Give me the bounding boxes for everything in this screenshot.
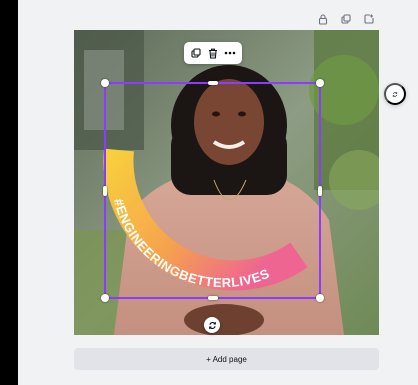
resize-handle-top-left[interactable] [101,79,109,87]
delete-button[interactable] [205,45,221,61]
resize-handle-bottom-left[interactable] [101,294,109,302]
resize-handle-top-right[interactable] [316,79,324,87]
resize-handle-bottom-right[interactable] [316,294,324,302]
resize-handle-right[interactable] [318,186,322,196]
more-icon [225,51,236,55]
rotate-handle[interactable] [204,317,220,333]
page-toolbar [316,12,376,26]
selection-box[interactable] [101,79,324,302]
copy-button[interactable] [188,45,204,61]
element-context-toolbar [184,42,242,64]
resize-handle-top[interactable] [208,81,218,85]
resize-handle-bottom[interactable] [208,296,218,300]
add-page-button[interactable]: + Add page [74,348,379,370]
trash-icon [208,48,217,59]
resize-handle-left[interactable] [103,186,107,196]
duplicate-page-icon[interactable] [339,12,353,26]
refresh-icon [392,91,398,97]
refresh-button[interactable] [384,83,406,105]
lock-icon[interactable] [316,12,330,26]
add-page-icon[interactable] [362,12,376,26]
copy-icon [191,48,201,58]
rotate-icon [208,321,216,329]
more-options-button[interactable] [222,45,238,61]
